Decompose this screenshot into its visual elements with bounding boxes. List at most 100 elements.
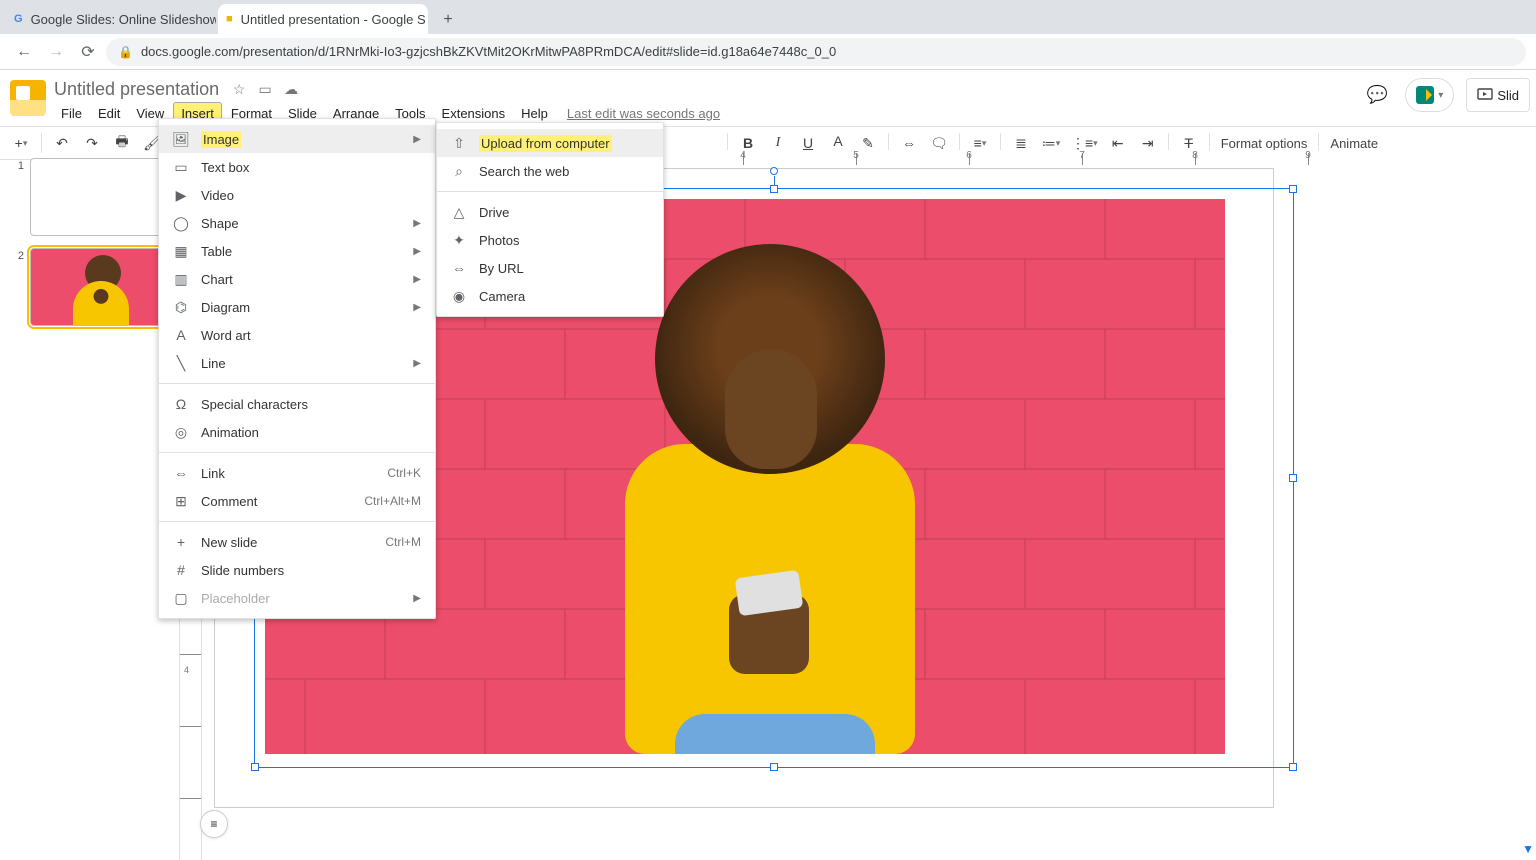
- url-text: docs.google.com/presentation/d/1RNrMki-I…: [141, 44, 836, 59]
- format-options-button[interactable]: Format options: [1215, 136, 1314, 151]
- move-icon[interactable]: ▭: [255, 79, 275, 99]
- browser-tab-0[interactable]: G Google Slides: Online Slideshow ✕: [6, 4, 216, 34]
- star-icon[interactable]: ☆: [229, 79, 249, 99]
- menu-item-label: Search the web: [479, 164, 649, 179]
- search-the-web-icon: ⌕: [449, 163, 469, 180]
- by-url-icon: ⇔: [449, 260, 469, 276]
- meet-icon: [1416, 86, 1434, 104]
- lock-icon: 🔒: [118, 45, 133, 59]
- menu-item-label: Diagram: [201, 300, 393, 315]
- last-edit-link[interactable]: Last edit was seconds ago: [567, 106, 720, 121]
- menu-item-label: By URL: [479, 261, 649, 276]
- menu-item-slide-numbers[interactable]: #Slide numbers: [159, 556, 435, 584]
- slide-numbers-icon: #: [171, 562, 191, 578]
- resize-handle[interactable]: [1289, 474, 1297, 482]
- browser-tab-1[interactable]: ■ Untitled presentation - Google S ✕: [218, 4, 428, 34]
- menu-item-diagram[interactable]: ⌬Diagram▶: [159, 293, 435, 321]
- menu-item-drive[interactable]: △Drive: [437, 198, 663, 226]
- ruler-mark: 6: [966, 150, 972, 161]
- menu-edit[interactable]: Edit: [91, 103, 127, 124]
- menu-item-search-the-web[interactable]: ⌕ Search the web: [437, 157, 663, 185]
- resize-handle[interactable]: [251, 763, 259, 771]
- menu-item-new-slide[interactable]: +New slideCtrl+M: [159, 528, 435, 556]
- line-icon: ╲: [171, 355, 191, 372]
- menu-item-comment[interactable]: ⊞ Comment Ctrl+Alt+M: [159, 487, 435, 515]
- new-tab-button[interactable]: +: [434, 6, 462, 34]
- menu-item-label: Table: [201, 244, 393, 259]
- menu-item-label: Camera: [479, 289, 649, 304]
- menu-item-line[interactable]: ╲ Line ▶: [159, 349, 435, 377]
- thumb-number: 2: [8, 248, 24, 262]
- submenu-arrow-icon: ▶: [413, 302, 421, 313]
- address-bar[interactable]: 🔒 docs.google.com/presentation/d/1RNrMki…: [106, 38, 1526, 66]
- resize-handle[interactable]: [1289, 185, 1297, 193]
- resize-handle[interactable]: [770, 185, 778, 193]
- menu-item-label: Word art: [201, 328, 421, 343]
- upload-from-computer-icon: ⇧: [449, 135, 469, 152]
- submenu-arrow-icon: ▶: [413, 274, 421, 285]
- doc-title[interactable]: Untitled presentation: [54, 79, 219, 100]
- slide-thumb-2[interactable]: [30, 248, 170, 326]
- menu-extensions[interactable]: Extensions: [435, 103, 513, 124]
- drive-icon: △: [449, 204, 469, 221]
- back-button[interactable]: ←: [10, 38, 38, 66]
- comments-icon[interactable]: 💬: [1361, 79, 1393, 111]
- menu-item-label: Image: [201, 132, 393, 147]
- menu-item-upload-from-computer[interactable]: ⇧ Upload from computer: [437, 129, 663, 157]
- shape-icon: ◯: [171, 215, 191, 232]
- menu-item-word-art[interactable]: AWord art: [159, 321, 435, 349]
- submenu-arrow-icon: ▶: [413, 134, 421, 145]
- placeholder-icon: ▢: [171, 590, 191, 607]
- video-icon: ▶: [171, 187, 191, 204]
- menu-item-label: Upload from computer: [479, 136, 649, 151]
- menu-item-label: Placeholder: [201, 591, 393, 606]
- thumb-number: 1: [8, 158, 24, 172]
- slides-logo-icon[interactable]: [10, 80, 46, 116]
- speaker-notes-toggle[interactable]: ≡: [200, 810, 228, 838]
- image-icon: 🖼: [171, 131, 191, 148]
- browser-toolbar: ← → ⟳ 🔒 docs.google.com/presentation/d/1…: [0, 34, 1536, 70]
- menu-file[interactable]: File: [54, 103, 89, 124]
- present-button[interactable]: Slid: [1466, 78, 1530, 112]
- slide-thumb-1[interactable]: [30, 158, 170, 236]
- menu-item-label: Comment: [201, 494, 344, 509]
- rotate-handle[interactable]: [770, 167, 778, 175]
- reload-button[interactable]: ⟳: [74, 38, 102, 66]
- submenu-arrow-icon: ▶: [413, 358, 421, 369]
- menu-item-by-url[interactable]: ⇔ By URL: [437, 254, 663, 282]
- meet-button[interactable]: ▾: [1405, 78, 1454, 112]
- resize-handle[interactable]: [1289, 763, 1297, 771]
- menu-item-camera[interactable]: ◉ Camera: [437, 282, 663, 310]
- shortcut-label: Ctrl+M: [385, 535, 421, 549]
- ruler-mark: 8: [1192, 150, 1198, 161]
- favicon-slides-icon: ■: [226, 11, 233, 27]
- menu-item-video[interactable]: ▶Video: [159, 181, 435, 209]
- menu-item-photos[interactable]: ✦Photos: [437, 226, 663, 254]
- submenu-arrow-icon: ▶: [413, 246, 421, 257]
- menu-item-label: Line: [201, 356, 393, 371]
- menu-item-animation[interactable]: ◎Animation: [159, 418, 435, 446]
- header-actions: 💬 ▾ Slid: [1361, 78, 1530, 112]
- menu-help[interactable]: Help: [514, 103, 555, 124]
- favicon-google-icon: G: [14, 11, 23, 27]
- menu-item-link[interactable]: ⇔LinkCtrl+K: [159, 459, 435, 487]
- animate-button[interactable]: Animate: [1324, 136, 1384, 151]
- new-slide-icon: +: [171, 534, 191, 550]
- menu-item-chart[interactable]: ▥Chart▶: [159, 265, 435, 293]
- camera-icon: ◉: [449, 288, 469, 305]
- scroll-down-icon[interactable]: ▼: [1522, 842, 1534, 856]
- menu-item-label: Animation: [201, 425, 421, 440]
- menu-item-image[interactable]: 🖼 Image ▶: [159, 125, 435, 153]
- cloud-icon[interactable]: ☁: [281, 79, 301, 99]
- menu-item-text-box[interactable]: ▭Text box: [159, 153, 435, 181]
- shortcut-label: Ctrl+Alt+M: [364, 494, 421, 508]
- menu-item-label: Text box: [201, 160, 421, 175]
- forward-button[interactable]: →: [42, 38, 70, 66]
- menu-item-special-characters[interactable]: ΩSpecial characters: [159, 390, 435, 418]
- browser-tabstrip: G Google Slides: Online Slideshow ✕ ■ Un…: [0, 0, 1536, 34]
- menu-item-shape[interactable]: ◯Shape▶: [159, 209, 435, 237]
- menu-item-table[interactable]: ▦Table▶: [159, 237, 435, 265]
- ruler-mark: 4: [184, 665, 189, 675]
- resize-handle[interactable]: [770, 763, 778, 771]
- comment-icon: ⊞: [171, 493, 191, 510]
